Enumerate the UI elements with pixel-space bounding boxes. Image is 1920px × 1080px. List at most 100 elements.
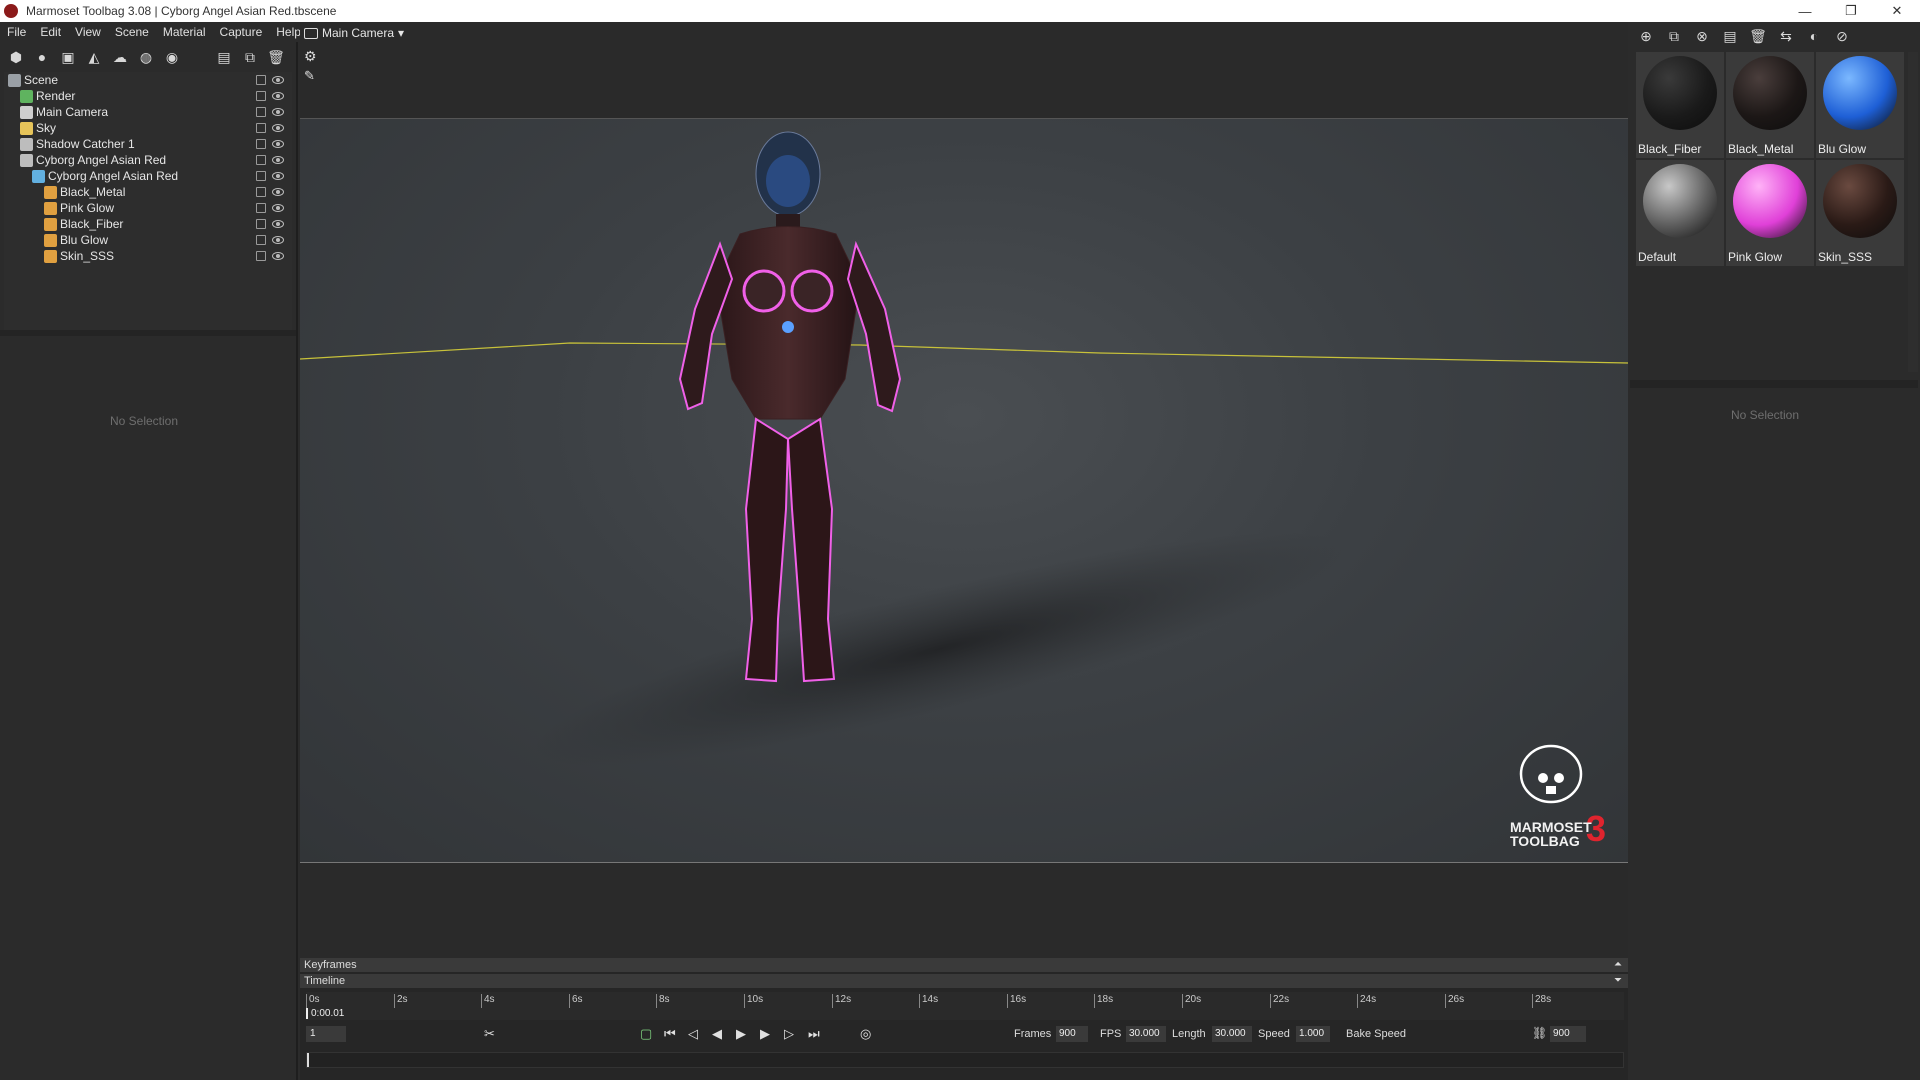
close-button[interactable]: ✕ (1874, 0, 1920, 22)
skip-to-start-icon[interactable]: ⏮ (664, 1026, 676, 1042)
add-fog-icon[interactable]: ☁ (110, 47, 130, 67)
lock-icon[interactable] (256, 107, 266, 117)
menu-file[interactable]: File (0, 25, 33, 39)
folder-icon[interactable]: ▤ (214, 47, 234, 67)
playhead[interactable] (307, 1053, 309, 1067)
material-thumbnail[interactable]: Black_Fiber (1636, 52, 1724, 158)
menu-edit[interactable]: Edit (33, 25, 68, 39)
tree-item[interactable]: Main Camera (4, 104, 292, 120)
material-thumbnail[interactable]: Skin_SSS (1816, 160, 1904, 266)
lock-icon[interactable] (256, 171, 266, 181)
loop-icon[interactable]: ▢ (640, 1026, 652, 1042)
visibility-eye-icon[interactable] (272, 124, 284, 132)
lock-icon[interactable] (256, 187, 266, 197)
visibility-eye-icon[interactable] (272, 76, 284, 84)
material-folder-icon[interactable]: ▤ (1720, 26, 1740, 46)
timeline-ruler[interactable]: 0:00.01 0s 2s 4s 6s 8s 10s 12s 14s 16s 18s 20s 22s 2… (306, 992, 1624, 1020)
current-frame-field[interactable]: 1 (306, 1026, 346, 1042)
lock-icon[interactable] (256, 139, 266, 149)
tree-item[interactable]: Cyborg Angel Asian Red (4, 168, 292, 184)
tree-item[interactable]: Pink Glow (4, 200, 292, 216)
speed-field[interactable]: 1.000 (1296, 1026, 1330, 1042)
paint-brush-icon[interactable]: ✎ (304, 68, 315, 84)
tree-item[interactable]: Blu Glow (4, 232, 292, 248)
menu-scene[interactable]: Scene (108, 25, 156, 39)
collapse-icon[interactable]: ⏷ (1614, 974, 1622, 988)
material-thumbnail[interactable]: Default (1636, 160, 1724, 266)
tree-item[interactable]: Scene (4, 72, 292, 88)
3d-viewport[interactable]: MARMOSET TOOLBAG 3 (300, 118, 1628, 863)
skip-to-end-icon[interactable]: ⏭ (808, 1026, 820, 1042)
material-thumbnail[interactable]: Pink Glow (1726, 160, 1814, 266)
add-shadow-catcher-icon[interactable]: ◭ (84, 47, 104, 67)
restore-button[interactable]: ❐ (1828, 0, 1874, 22)
add-light-icon[interactable]: ● (32, 47, 52, 67)
visibility-eye-icon[interactable] (272, 92, 284, 100)
tree-item[interactable]: Shadow Catcher 1 (4, 136, 292, 152)
camera-dropdown[interactable]: Main Camera ▾ (304, 26, 404, 40)
expand-icon[interactable]: ⏶ (1614, 958, 1622, 972)
visibility-eye-icon[interactable] (272, 252, 284, 260)
link-icon[interactable]: ⛓ (1532, 1026, 1547, 1040)
panel-divider[interactable] (0, 330, 296, 336)
tree-item[interactable]: Render (4, 88, 292, 104)
scissors-icon[interactable]: ✂ (484, 1026, 495, 1042)
visibility-eye-icon[interactable] (272, 236, 284, 244)
add-camera-icon[interactable]: ▣ (58, 47, 78, 67)
tree-item[interactable]: Black_Metal (4, 184, 292, 200)
assign-material-icon[interactable]: ⇆ (1776, 26, 1796, 46)
play-icon[interactable]: ▶ (736, 1026, 746, 1042)
lock-icon[interactable] (256, 251, 266, 261)
lock-icon[interactable] (256, 91, 266, 101)
lock-icon[interactable] (256, 155, 266, 165)
material-merge-icon[interactable]: ⊗ (1692, 26, 1712, 46)
step-forward-icon[interactable]: ▶ (760, 1026, 770, 1042)
duplicate-material-icon[interactable]: ⧉ (1664, 26, 1684, 46)
panel-divider[interactable] (1630, 380, 1918, 388)
tree-item[interactable]: Sky (4, 120, 292, 136)
keyframes-header[interactable]: Keyframes ⏶ (300, 958, 1628, 972)
timeline-header[interactable]: Timeline ⏷ (300, 974, 1628, 988)
lock-icon[interactable] (256, 75, 266, 85)
lock-icon[interactable] (256, 123, 266, 133)
add-turntable-icon[interactable]: ◍ (136, 47, 156, 67)
frames-field[interactable]: 900 (1056, 1026, 1088, 1042)
bake-speed-button[interactable]: Bake Speed (1340, 1026, 1412, 1042)
next-key-icon[interactable]: ▷ (784, 1026, 794, 1042)
lock-icon[interactable] (256, 235, 266, 245)
visibility-eye-icon[interactable] (272, 172, 284, 180)
menu-capture[interactable]: Capture (213, 25, 270, 39)
timeline-scrubber[interactable] (306, 1052, 1624, 1068)
material-picker-icon[interactable]: ◐ (1804, 26, 1824, 46)
add-sky-icon[interactable]: ◉ (162, 47, 182, 67)
material-thumbnail[interactable]: Blu Glow (1816, 52, 1904, 158)
material-scrollbar[interactable] (1908, 52, 1918, 372)
material-clear-icon[interactable]: ⊘ (1832, 26, 1852, 46)
add-object-icon[interactable]: ⬢ (6, 47, 26, 67)
visibility-eye-icon[interactable] (272, 156, 284, 164)
lock-icon[interactable] (256, 219, 266, 229)
material-thumbnail[interactable]: Black_Metal (1726, 52, 1814, 158)
speed-gauge-icon[interactable]: ◎ (860, 1026, 871, 1042)
length-field[interactable]: 30.000 (1212, 1026, 1252, 1042)
visibility-eye-icon[interactable] (272, 140, 284, 148)
add-material-icon[interactable]: ⊕ (1636, 26, 1656, 46)
delete-material-icon[interactable]: 🗑 (1748, 26, 1768, 46)
menu-view[interactable]: View (68, 25, 108, 39)
tree-item[interactable]: Black_Fiber (4, 216, 292, 232)
fps-field[interactable]: 30.000 (1126, 1026, 1166, 1042)
tree-item[interactable]: Cyborg Angel Asian Red (4, 152, 292, 168)
minimize-button[interactable]: — (1782, 0, 1828, 22)
duplicate-icon[interactable]: ⧉ (240, 47, 260, 67)
lock-icon[interactable] (256, 203, 266, 213)
visibility-eye-icon[interactable] (272, 108, 284, 116)
menu-material[interactable]: Material (156, 25, 213, 39)
gear-icon[interactable]: ⚙ (304, 48, 317, 65)
prev-key-icon[interactable]: ◁ (688, 1026, 698, 1042)
step-back-icon[interactable]: ◀ (712, 1026, 722, 1042)
tree-item[interactable]: Skin_SSS (4, 248, 292, 264)
visibility-eye-icon[interactable] (272, 204, 284, 212)
delete-icon[interactable]: 🗑 (266, 47, 286, 67)
visibility-eye-icon[interactable] (272, 188, 284, 196)
visibility-eye-icon[interactable] (272, 220, 284, 228)
